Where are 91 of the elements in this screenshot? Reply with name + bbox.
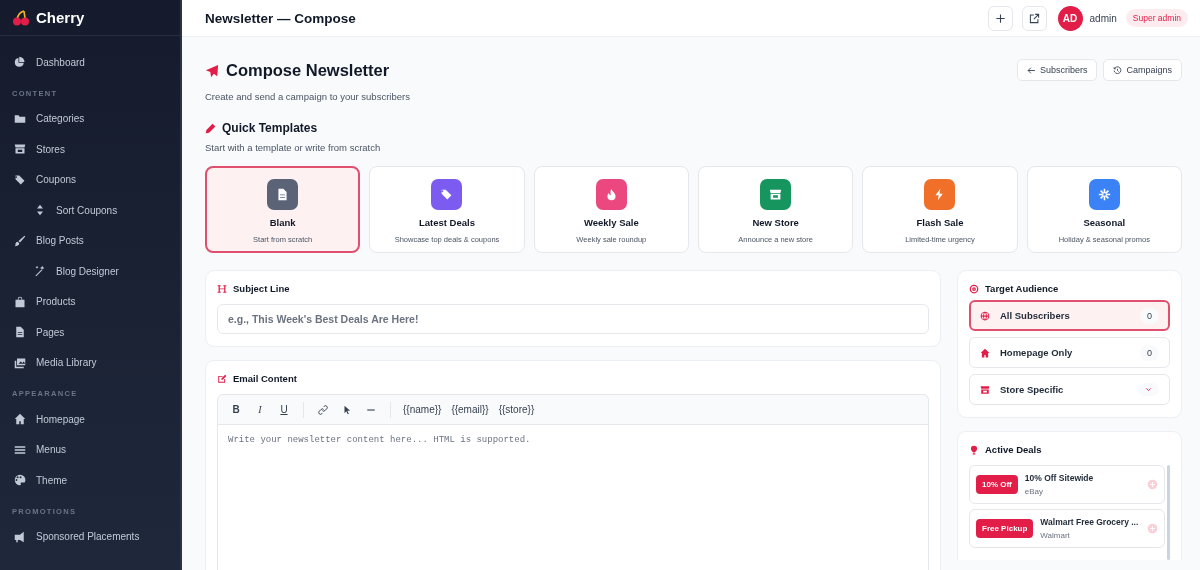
deal-store: eBay: [1024, 487, 1045, 496]
storefront-icon: [980, 384, 990, 395]
globe-icon: [980, 310, 990, 321]
heading-icon: [217, 283, 227, 294]
add-button[interactable]: [987, 5, 1013, 31]
palette-icon: [14, 474, 26, 487]
lightbulb-icon: [969, 444, 979, 455]
sidebar-item[interactable]: Sponsored Placements: [0, 521, 180, 552]
paper-plane-icon: [205, 63, 219, 78]
audience-option[interactable]: Homepage Only 0: [969, 337, 1170, 368]
home-icon: [980, 347, 990, 358]
storefront-icon: [14, 143, 26, 156]
open-site-button[interactable]: [1021, 5, 1047, 31]
history-icon: [1113, 65, 1123, 75]
variable-button[interactable]: {{email}}: [451, 399, 489, 420]
snowflake-icon: [1097, 188, 1111, 201]
cherry-logo-icon: [12, 9, 30, 26]
sidebar-item[interactable]: Blog Posts: [0, 225, 180, 256]
external-link-icon: [1028, 12, 1040, 24]
magic-wand-icon: [34, 265, 46, 278]
card-heading: Target Audience: [985, 283, 1059, 294]
variable-button[interactable]: {{name}}: [403, 399, 442, 420]
audience-option[interactable]: Store Specific: [969, 374, 1170, 405]
tags-icon: [440, 188, 454, 201]
arrow-left-icon: [1026, 65, 1036, 75]
folder-icon: [14, 112, 26, 125]
brush-icon: [14, 234, 26, 247]
page-header-title: Newsletter — Compose: [205, 10, 357, 26]
sidebar-item[interactable]: Menus: [0, 434, 180, 465]
user-name: admin: [1089, 12, 1117, 24]
pencil-icon: [205, 122, 216, 134]
deal-item[interactable]: Free Pickup Walmart Free Grocery ... Walmart: [969, 509, 1165, 548]
page-subtitle: Create and send a campaign to your subscribers: [205, 91, 410, 102]
sidebar-item[interactable]: Sort Coupons: [0, 195, 180, 226]
edit-icon: [217, 373, 227, 384]
sort-icon: [34, 204, 46, 217]
menu-icon: [14, 443, 26, 456]
document-icon: [276, 188, 290, 201]
document-icon: [14, 326, 26, 339]
deal-store: Walmart: [1040, 531, 1071, 540]
card-heading: Email Content: [233, 373, 297, 384]
subscribers-button[interactable]: Subscribers: [1016, 59, 1098, 81]
megaphone-icon: [14, 530, 26, 543]
format-button[interactable]: I: [248, 399, 272, 420]
format-button[interactable]: B: [224, 399, 248, 420]
section-subtitle: Start with a template or write from scratch: [205, 142, 382, 153]
sidebar-item[interactable]: Pages: [0, 317, 180, 348]
variable-button[interactable]: {{store}}: [498, 399, 535, 420]
card-heading: Active Deals: [985, 444, 1042, 455]
content-textarea[interactable]: Write your newsletter content here... HTML is supported.: [217, 425, 929, 570]
brand-name: Cherry: [36, 9, 85, 26]
sidebar-item[interactable]: Media Library: [0, 347, 180, 378]
sidebar-item[interactable]: Homepage: [0, 404, 180, 435]
tags-icon: [14, 173, 26, 186]
card-heading: Subject Line: [233, 283, 290, 294]
role-badge: Super admin: [1125, 9, 1188, 27]
subject-input[interactable]: e.g., This Week's Best Deals Are Here!: [217, 304, 929, 334]
deal-title: 10% Off Sitewide: [1024, 473, 1095, 483]
user-avatar[interactable]: AD: [1057, 5, 1083, 31]
sidebar-item[interactable]: Blog Designer: [0, 256, 180, 287]
subscriber-count: 0: [1140, 307, 1159, 324]
chevron-down-icon: [1144, 385, 1153, 394]
target-icon: [969, 283, 979, 294]
subscriber-count: 0: [1140, 344, 1159, 361]
sidebar-item[interactable]: Products: [0, 286, 180, 317]
flame-icon: [604, 188, 618, 201]
sidebar-item[interactable]: Categories: [0, 103, 180, 134]
pie-chart-icon: [14, 56, 26, 69]
deal-badge: 10% Off: [976, 475, 1018, 494]
cursor-icon: [342, 404, 352, 415]
add-circle-icon: [1147, 479, 1158, 490]
images-icon: [14, 356, 26, 369]
plus-icon: [994, 12, 1006, 24]
sidebar-item[interactable]: Dashboard: [0, 47, 180, 78]
sidebar-item[interactable]: Coupons: [0, 164, 180, 195]
add-circle-icon: [1147, 523, 1158, 534]
campaigns-button[interactable]: Campaigns: [1103, 59, 1182, 81]
deal-item[interactable]: 10% Off 10% Off Sitewide eBay: [969, 465, 1165, 504]
expand-toggle[interactable]: [1138, 383, 1159, 396]
section-heading: Quick Templates: [222, 121, 318, 135]
deal-title: Walmart Free Grocery ...: [1040, 517, 1140, 527]
audience-option[interactable]: All Subscribers 0: [969, 300, 1170, 331]
deal-badge: Free Pickup: [976, 519, 1034, 538]
storefront-icon: [769, 188, 783, 201]
shopping-bag-icon: [14, 295, 26, 308]
format-button[interactable]: U: [272, 399, 296, 420]
home-icon: [14, 413, 26, 426]
sidebar-item[interactable]: Stores: [0, 134, 180, 165]
link-icon: [318, 404, 328, 415]
page-title: Compose Newsletter: [226, 61, 390, 80]
sidebar-item[interactable]: Theme: [0, 465, 180, 496]
